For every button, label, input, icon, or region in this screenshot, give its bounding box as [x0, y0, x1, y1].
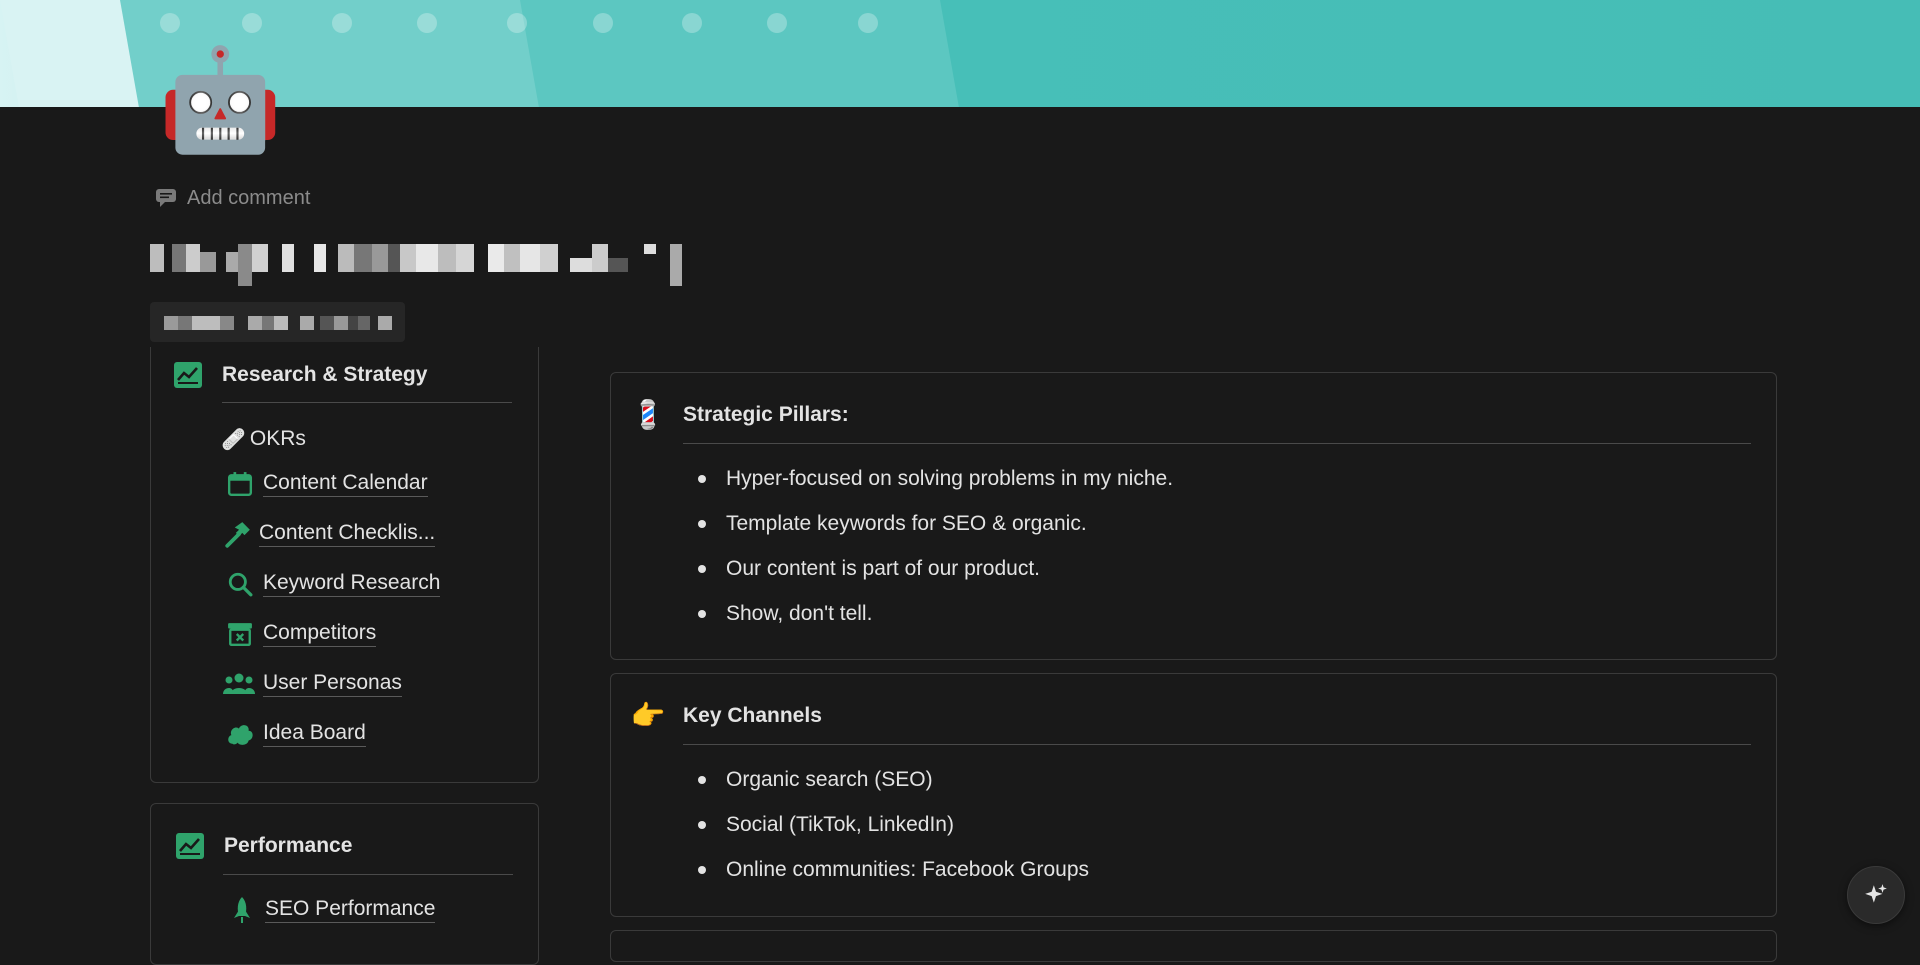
research-strategy-heading[interactable]: Research & Strategy: [174, 360, 427, 390]
performance-title: Performance: [224, 834, 353, 857]
key-channels-list: Organic search (SEO) Social (TikTok, Lin…: [694, 757, 1089, 892]
callout-title: Strategic Pillars:: [683, 403, 849, 426]
list-item: Template keywords for SEO & organic.: [694, 501, 1173, 546]
people-icon: [223, 669, 255, 699]
strategic-pillars-heading: Strategic Pillars:: [683, 400, 849, 430]
search-icon: [225, 569, 255, 599]
divider: [683, 443, 1751, 444]
trend-chart-icon: [174, 362, 202, 388]
sidebar-item-label: Keyword Research: [263, 571, 441, 597]
sidebar-item-label: Content Checklis...: [259, 521, 436, 547]
sidebar-item-label: User Personas: [263, 671, 402, 697]
sidebar-item-label: Idea Board: [263, 721, 366, 747]
divider: [683, 744, 1751, 745]
divider: [223, 874, 513, 875]
cover-dots: [160, 13, 900, 33]
page-title: [150, 244, 780, 288]
page-cover[interactable]: [0, 0, 1920, 107]
sidebar-item-user-personas[interactable]: User Personas: [223, 668, 402, 700]
cloud-icon: [225, 719, 255, 749]
ai-assistant-button[interactable]: [1847, 866, 1905, 924]
sidebar-item-content-calendar[interactable]: Content Calendar: [225, 468, 428, 500]
sidebar-item-label: Competitors: [263, 621, 377, 647]
research-strategy-title: Research & Strategy: [222, 363, 428, 386]
list-item: Organic search (SEO): [694, 757, 1089, 802]
sidebar-item-competitors[interactable]: Competitors: [225, 618, 377, 650]
divider: [222, 402, 512, 403]
list-item: Our content is part of our product.: [694, 546, 1173, 591]
barber-pole-icon: 💈: [630, 398, 666, 431]
list-item: Hyper-focused on solving problems in my …: [694, 456, 1173, 501]
list-item: Social (TikTok, LinkedIn): [694, 802, 1089, 847]
hammer-icon: [223, 519, 253, 549]
sidebar-item-keyword-research[interactable]: Keyword Research: [225, 568, 441, 600]
sidebar-item-label: Content Calendar: [263, 471, 428, 497]
sidebar-item-label: OKRs: [249, 426, 306, 450]
callout-title: Key Channels: [683, 704, 822, 727]
key-channels-heading: Key Channels: [683, 701, 822, 731]
sidebar-item-content-checklist[interactable]: Content Checklis...: [223, 518, 436, 550]
archive-x-icon: [225, 619, 255, 649]
strategic-pillars-list: Hyper-focused on solving problems in my …: [694, 456, 1173, 636]
page-subtitle: [150, 302, 405, 342]
calendar-icon: [225, 469, 255, 499]
sidebar-item-idea-board[interactable]: Idea Board: [225, 718, 366, 750]
performance-heading[interactable]: Performance: [176, 831, 352, 861]
bandage-icon: 🩹: [221, 427, 246, 451]
sidebar-item-seo-performance[interactable]: SEO Performance: [227, 894, 436, 926]
robot-icon[interactable]: 🤖: [158, 42, 283, 158]
add-comment-button[interactable]: Add comment: [155, 183, 310, 213]
sidebar-item-okrs[interactable]: 🩹 OKRs: [221, 423, 306, 455]
trend-chart-icon: [176, 833, 204, 859]
sparkle-icon: [1865, 884, 1887, 903]
rocket-icon: [227, 895, 257, 925]
pointing-right-icon: 👉: [630, 699, 666, 732]
list-item: Show, don't tell.: [694, 591, 1173, 636]
add-comment-label: Add comment: [187, 186, 311, 209]
comment-icon: [156, 189, 176, 207]
list-item: Online communities: Facebook Groups: [694, 847, 1089, 892]
sidebar-item-label: SEO Performance: [265, 897, 436, 923]
callout-partial: [610, 930, 1777, 962]
